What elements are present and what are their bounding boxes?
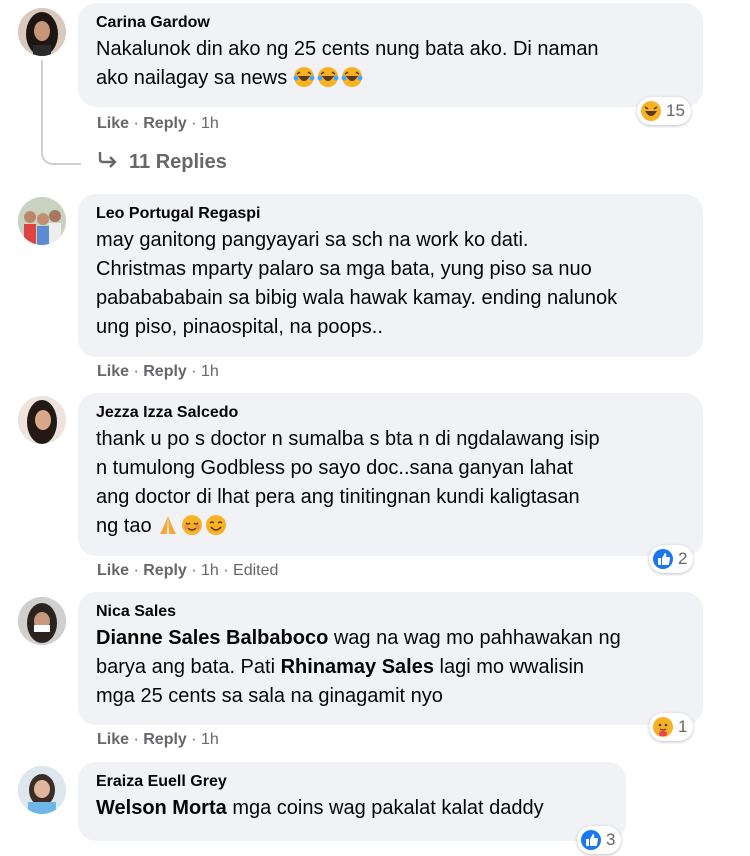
- reply-button[interactable]: Reply: [143, 731, 187, 748]
- comment-text: Dianne Sales Balbaboco wag na wag mo pah…: [96, 627, 621, 707]
- reply-button[interactable]: Reply: [143, 363, 187, 380]
- laughing-tears-emoji-icon: [317, 66, 339, 88]
- comment-actions: Like · Reply · 1h: [97, 363, 219, 380]
- mention-link[interactable]: Dianne Sales Balbaboco: [96, 627, 328, 649]
- timestamp[interactable]: 1h: [201, 115, 219, 132]
- reaction-count[interactable]: 1: [649, 713, 694, 741]
- haha-icon: [640, 100, 662, 122]
- comment-actions: Like · Reply · 1h · Edited: [97, 562, 279, 579]
- laughing-tears-emoji-icon: [341, 66, 363, 88]
- avatar[interactable]: [18, 766, 66, 814]
- comment-bubble: Carina Gardow Nakalunok din ako ng 25 ce…: [78, 3, 703, 107]
- comment-bubble: Eraiza Euell Grey Welson Morta mga coins…: [78, 762, 626, 841]
- comment-bubble: Leo Portugal Regaspi may ganitong pangya…: [78, 194, 703, 357]
- comment-text: Welson Morta mga coins wag pakalat kalat…: [96, 797, 544, 819]
- comment-bubble: Nica Sales Dianne Sales Balbaboco wag na…: [78, 592, 703, 725]
- avatar[interactable]: [18, 597, 66, 645]
- comment-actions: Like · Reply · 1h: [97, 731, 219, 748]
- reply-button[interactable]: Reply: [143, 115, 187, 132]
- avatar[interactable]: [18, 197, 66, 245]
- comment-author[interactable]: Nica Sales: [96, 602, 687, 622]
- smiling-face-emoji-icon: [205, 514, 227, 536]
- like-icon: [580, 829, 602, 851]
- avatar[interactable]: [18, 396, 66, 444]
- comment-text: may ganitong pangyayari sa sch na work k…: [96, 229, 618, 338]
- reply-arrow-icon: [97, 150, 119, 174]
- comment-bubble: Jezza Izza Salcedo thank u po s doctor n…: [78, 393, 703, 556]
- reaction-count[interactable]: 15: [637, 97, 691, 125]
- mention-link[interactable]: Welson Morta: [96, 797, 227, 819]
- comment-text: thank u po s doctor n sumalba s bta n di…: [96, 428, 600, 537]
- like-button[interactable]: Like: [97, 731, 129, 748]
- comment-author[interactable]: Jezza Izza Salcedo: [96, 403, 687, 423]
- thread-connector: [41, 60, 81, 165]
- avatar[interactable]: [18, 8, 66, 56]
- laughing-tears-emoji-icon: [293, 66, 315, 88]
- comment-author[interactable]: Eraiza Euell Grey: [96, 772, 610, 792]
- mention-link[interactable]: Rhinamay Sales: [281, 656, 434, 678]
- view-replies-link[interactable]: 11 Replies: [97, 150, 227, 174]
- comment-author[interactable]: Leo Portugal Regaspi: [96, 204, 687, 224]
- like-button[interactable]: Like: [97, 115, 129, 132]
- reply-button[interactable]: Reply: [143, 562, 187, 579]
- timestamp[interactable]: 1h: [201, 562, 219, 579]
- timestamp[interactable]: 1h: [201, 731, 219, 748]
- comment-author[interactable]: Carina Gardow: [96, 13, 687, 33]
- care-icon: [652, 716, 674, 738]
- timestamp[interactable]: 1h: [201, 363, 219, 380]
- praying-hands-emoji-icon: [157, 514, 179, 536]
- reaction-count[interactable]: 3: [577, 826, 622, 854]
- comment-text: Nakalunok din ako ng 25 cents nung bata …: [96, 38, 599, 89]
- relieved-face-emoji-icon: [181, 514, 203, 536]
- edited-label[interactable]: Edited: [233, 562, 278, 579]
- like-button[interactable]: Like: [97, 363, 129, 380]
- reaction-count[interactable]: 2: [649, 545, 694, 573]
- like-icon: [652, 548, 674, 570]
- comment-actions: Like · Reply · 1h: [97, 115, 219, 132]
- like-button[interactable]: Like: [97, 562, 129, 579]
